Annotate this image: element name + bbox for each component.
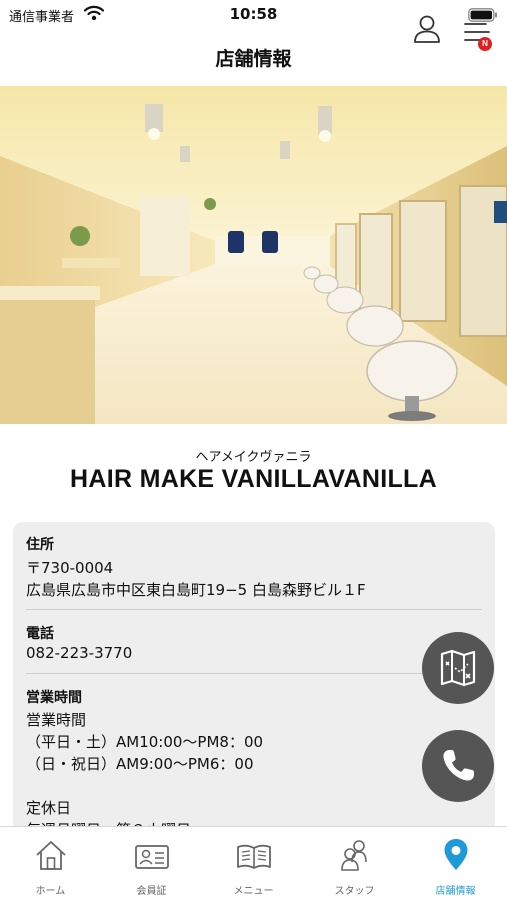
tab-shop-info[interactable]: 店舗情報 <box>405 827 506 900</box>
address-zip: 〒730-0004 <box>26 559 114 577</box>
address-label: 住所 <box>26 537 54 553</box>
notification-badge: N <box>478 37 492 51</box>
shop-name: HAIR MAKE VANILLAVANILLA <box>70 465 437 493</box>
tab-home[interactable]: ホーム <box>0 827 101 900</box>
phone-label: 電話 <box>26 626 54 642</box>
divider <box>26 609 482 610</box>
tab-label: スタッフ <box>334 886 375 897</box>
tab-label: 店舗情報 <box>435 886 476 897</box>
location-pin-icon <box>444 839 468 870</box>
bottom-tab-bar: ホーム 会員証 メニュー スタッフ 店舗情報 <box>0 826 507 900</box>
map-button[interactable] <box>422 632 494 704</box>
menu-book-icon <box>237 844 271 869</box>
tab-label: メニュー <box>233 886 274 897</box>
home-icon <box>36 841 66 870</box>
user-account-button[interactable] <box>410 12 444 46</box>
address-line[interactable]: 広島県広島市中区東白島町19−5 白島森野ビル１F <box>26 579 366 600</box>
closed-days-label: 定休日 <box>26 799 72 817</box>
page-title: 店舗情報 <box>215 48 292 70</box>
divider <box>26 673 482 674</box>
staff-icon <box>341 840 367 871</box>
tab-label: 会員証 <box>136 886 167 897</box>
user-icon <box>414 15 440 43</box>
hours-label: 営業時間 <box>26 690 82 706</box>
tab-member-card[interactable]: 会員証 <box>101 827 202 900</box>
phone-number[interactable]: 082-223-3770 <box>26 644 132 662</box>
hours-holiday: （日・祝日）AM9:00〜PM6：00 <box>26 755 254 773</box>
hours-weekday: （平日・土）AM10:00〜PM8：00 <box>26 733 264 751</box>
hours-title: 営業時間 <box>26 711 87 729</box>
tab-label: ホーム <box>35 886 66 897</box>
tab-menu[interactable]: メニュー <box>203 827 304 900</box>
salon-interior-photo <box>0 86 507 424</box>
map-icon <box>440 649 476 687</box>
member-card-icon <box>135 845 169 869</box>
call-button[interactable] <box>422 730 494 802</box>
tab-staff[interactable]: スタッフ <box>304 827 405 900</box>
shop-name-kana: ヘアメイクヴァニラ <box>195 450 312 465</box>
phone-icon <box>443 750 474 781</box>
